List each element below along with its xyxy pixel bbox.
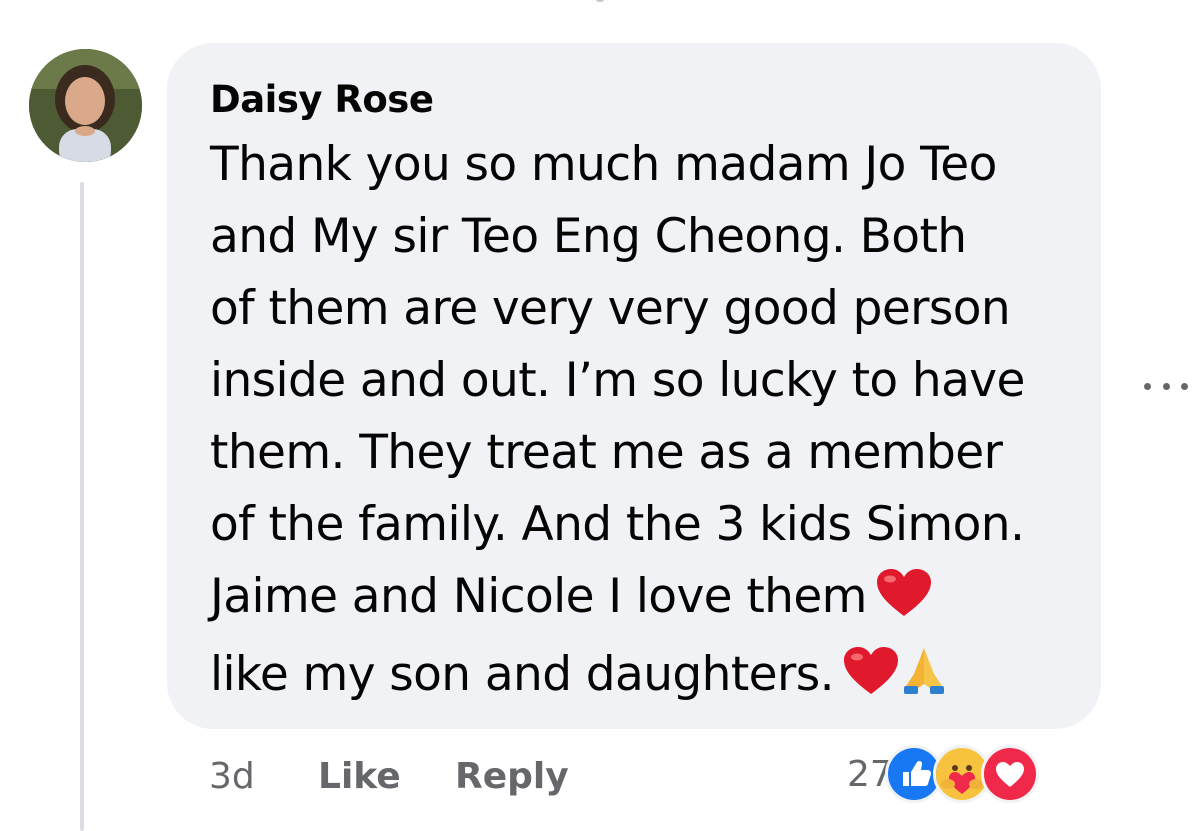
profile-photo bbox=[29, 49, 142, 162]
love-reaction-icon bbox=[980, 745, 1039, 803]
dot-icon bbox=[1181, 382, 1188, 390]
comment-line: Thank you so much madam Jo Teo bbox=[210, 137, 997, 192]
comment-line: and My sir Teo Eng Cheong. Both bbox=[210, 209, 967, 264]
comment-line: them. They treat me as a member bbox=[210, 425, 1003, 480]
divider-mark bbox=[596, 0, 604, 2]
comment-line-with-emoji: Jaime and Nicole I love them bbox=[210, 561, 1061, 639]
comment-line: Jaime and Nicole I love them bbox=[210, 569, 867, 624]
comment-text: Thank you so much madam Jo Teo and My si… bbox=[210, 129, 1061, 717]
timestamp-link[interactable]: 3d bbox=[209, 752, 255, 802]
comment-line: of them are very very good person bbox=[210, 281, 1011, 336]
like-button[interactable]: Like bbox=[318, 752, 401, 802]
folded-hands-icon bbox=[902, 644, 946, 717]
comment-line: like my son and daughters. bbox=[210, 647, 835, 702]
dot-icon bbox=[1144, 382, 1151, 390]
comment-bubble: Daisy Rose Thank you so much madam Jo Te… bbox=[167, 43, 1101, 729]
more-options-button[interactable] bbox=[1142, 370, 1190, 402]
thread-line bbox=[80, 182, 84, 831]
red-heart-icon bbox=[875, 567, 933, 639]
reactions-summary[interactable]: 27 bbox=[847, 744, 1039, 804]
comment-line-with-emoji: like my son and daughters. bbox=[210, 639, 1061, 717]
comment-line: inside and out. I’m so lucky to have bbox=[210, 353, 1025, 408]
reply-button[interactable]: Reply bbox=[455, 752, 569, 802]
comment-line: of the family. And the 3 kids Simon. bbox=[210, 497, 1025, 552]
avatar[interactable] bbox=[29, 49, 142, 162]
dot-icon bbox=[1162, 382, 1170, 390]
author-name[interactable]: Daisy Rose bbox=[210, 77, 1061, 123]
red-heart-icon bbox=[842, 645, 900, 717]
